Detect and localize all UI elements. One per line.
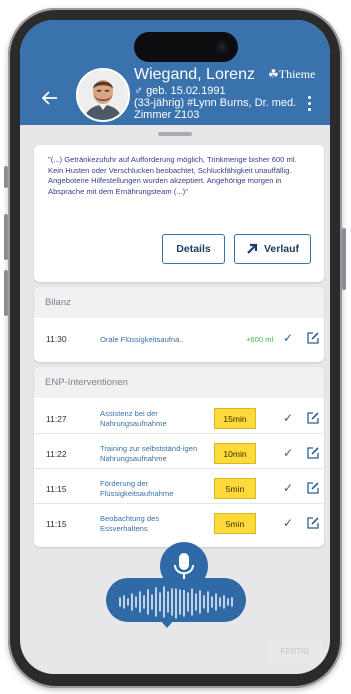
edit-icon[interactable]	[306, 516, 320, 530]
row-label: Orale Flüssigkeitsaufna..	[100, 335, 184, 344]
app-screen: Wiegand, Lorenz ♂ geb. 15.02.1991 (33-jä…	[20, 20, 330, 674]
check-icon[interactable]: ✓	[283, 331, 293, 345]
check-icon[interactable]: ✓	[283, 481, 293, 495]
patient-meta: (33-jährig) #Lynn Burns, Dr. med.	[134, 97, 297, 109]
row-time: 11:30	[46, 334, 67, 344]
drag-handle[interactable]	[158, 132, 192, 136]
row-time: 11:22	[46, 449, 67, 459]
table-row[interactable]: 11:27 Assistenz bei der Nahrungsaufnahme…	[34, 404, 324, 434]
row-time: 11:27	[46, 414, 67, 424]
note-card: "(...) Getränkezufuhr auf Aufforderung m…	[34, 145, 324, 282]
note-text: "(...) Getränkezufuhr auf Aufforderung m…	[48, 155, 297, 196]
thieme-emblem-icon: ☘	[268, 67, 279, 81]
thieme-logo: ☘Thieme	[268, 67, 316, 81]
duration-badge: 15min	[214, 408, 256, 429]
dynamic-island	[134, 32, 238, 62]
edit-icon[interactable]	[306, 411, 320, 425]
edit-icon[interactable]	[306, 331, 320, 345]
volume-down-button	[4, 270, 8, 316]
row-time: 11:15	[46, 519, 67, 529]
kebab-menu-icon[interactable]	[308, 96, 312, 112]
row-label: Assistenz bei der Nahrungsaufnahme	[100, 409, 167, 428]
table-row[interactable]: 11:15 Beobachtung des Essverhaltens 5min…	[34, 509, 324, 539]
edit-icon[interactable]	[306, 481, 320, 495]
power-button	[342, 228, 346, 290]
table-row[interactable]: 11:15 Förderung der Flüssigkeitsaufnahme…	[34, 474, 324, 504]
bilanz-title: Bilanz	[34, 287, 324, 318]
patient-birth-line: ♂ geb. 15.02.1991	[134, 84, 226, 97]
duration-badge: 5min	[214, 513, 256, 534]
verlauf-button[interactable]: Verlauf	[234, 234, 311, 264]
row-label: Training zur selbstständ-igen Nahrungsau…	[100, 444, 198, 463]
table-row[interactable]: 11:30 Orale Flüssigkeitsaufna.. +600 ml …	[34, 324, 324, 354]
patient-name: Wiegand, Lorenz	[134, 66, 255, 83]
patient-birthdate: geb. 15.02.1991	[146, 85, 226, 97]
check-icon[interactable]: ✓	[283, 411, 293, 425]
arrow-left-icon[interactable]	[41, 90, 58, 108]
patient-avatar	[76, 68, 130, 122]
bilanz-card: Bilanz 11:30 Orale Flüssigkeitsaufna.. +…	[34, 287, 324, 362]
check-icon[interactable]: ✓	[283, 516, 293, 530]
microphone-icon[interactable]	[160, 542, 208, 590]
edit-icon[interactable]	[306, 446, 320, 460]
row-label: Förderung der Flüssigkeitsaufnahme	[100, 479, 174, 498]
fertig-button[interactable]: FERTIG	[268, 639, 322, 663]
row-time: 11:15	[46, 484, 67, 494]
mute-switch	[4, 166, 8, 188]
male-gender-icon: ♂	[134, 83, 143, 97]
row-label: Beobachtung des Essverhaltens	[100, 514, 160, 533]
enp-title: ENP-Interventionen	[34, 367, 324, 398]
check-icon[interactable]: ✓	[283, 446, 293, 460]
row-amount: +600 ml	[246, 335, 274, 344]
waveform-tail	[160, 620, 174, 628]
enp-card: ENP-Interventionen 11:27 Assistenz bei d…	[34, 367, 324, 547]
arrow-up-right-icon	[247, 243, 258, 254]
duration-badge: 5min	[214, 478, 256, 499]
duration-badge: 10min	[214, 443, 256, 464]
details-button[interactable]: Details	[162, 234, 225, 264]
table-row[interactable]: 11:22 Training zur selbstständ-igen Nahr…	[34, 439, 324, 469]
volume-up-button	[4, 214, 8, 260]
patient-room: Zimmer Z103	[134, 109, 200, 121]
